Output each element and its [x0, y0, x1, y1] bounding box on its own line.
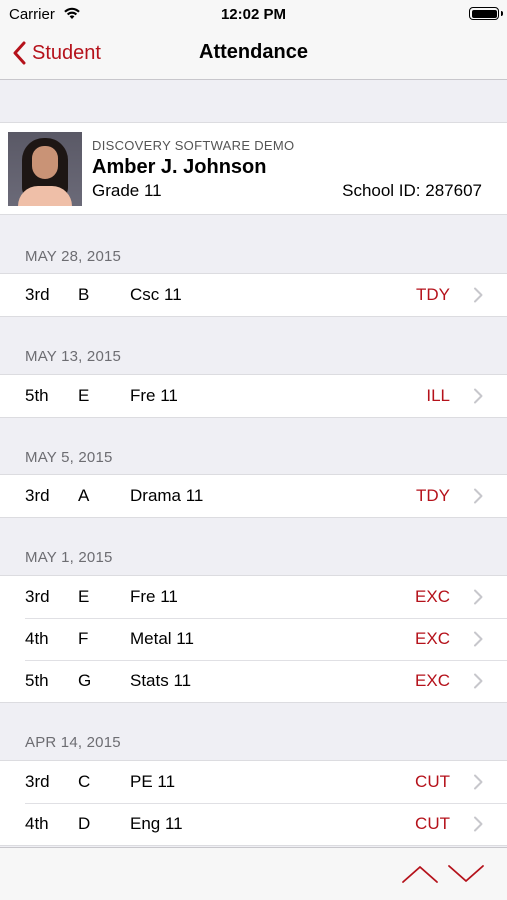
- chevron-right-icon: [473, 388, 483, 409]
- chevron-right-icon: [473, 774, 483, 795]
- block: D: [78, 814, 91, 833]
- attendance-row[interactable]: 3rd B Csc 11 TDY: [0, 274, 507, 316]
- period: 4th: [25, 629, 49, 648]
- course: Eng 11: [130, 814, 183, 833]
- attendance-code: CUT: [415, 772, 450, 791]
- attendance-list: 3rd C PE 11 CUT 4th D Eng 11 CUT: [0, 760, 507, 846]
- navigation-bar: Student Attendance: [0, 28, 507, 80]
- attendance-row[interactable]: 5th E Fre 11 ILL: [0, 375, 507, 417]
- attendance-code: TDY: [416, 486, 450, 505]
- student-grade: Grade 11: [92, 181, 162, 200]
- attendance-code: EXC: [415, 629, 450, 648]
- chevron-right-icon: [473, 673, 483, 694]
- section-date: APR 14, 2015: [25, 734, 121, 751]
- chevron-right-icon: [473, 488, 483, 509]
- attendance-row[interactable]: 4th F Metal 11 EXC: [0, 618, 507, 660]
- course: Drama 11: [130, 486, 204, 505]
- student-id: School ID: 287607: [342, 181, 482, 200]
- clock: 12:02 PM: [220, 6, 287, 23]
- attendance-list: 3rd E Fre 11 EXC 4th F Metal 11 EXC 5th …: [0, 575, 507, 703]
- period: 3rd: [25, 587, 50, 606]
- chevron-right-icon: [473, 589, 483, 610]
- attendance-code: EXC: [415, 671, 450, 690]
- chevron-right-icon: [473, 816, 483, 837]
- period: 5th: [25, 671, 49, 690]
- attendance-row[interactable]: 3rd E Fre 11 EXC: [0, 576, 507, 618]
- block: E: [78, 386, 90, 405]
- block: F: [78, 629, 89, 648]
- section-date: MAY 28, 2015: [25, 248, 122, 265]
- period: 3rd: [25, 486, 50, 505]
- bottom-toolbar: [0, 847, 507, 900]
- block: B: [78, 285, 90, 304]
- arrow-down-icon[interactable]: [446, 862, 486, 886]
- school-name: DISCOVERY SOFTWARE DEMO: [92, 138, 295, 153]
- course: Stats 11: [130, 671, 192, 690]
- attendance-row[interactable]: 5th G Stats 11 EXC: [0, 660, 507, 702]
- section-date: MAY 13, 2015: [25, 348, 122, 365]
- period: 3rd: [25, 772, 50, 791]
- course: Csc 11: [130, 285, 182, 304]
- period: 5th: [25, 386, 49, 405]
- block: C: [78, 772, 91, 791]
- page-title: Attendance: [199, 41, 308, 63]
- battery-icon: [469, 7, 503, 20]
- student-card: DISCOVERY SOFTWARE DEMO Amber J. Johnson…: [0, 122, 507, 215]
- block: G: [78, 671, 92, 690]
- period: 3rd: [25, 285, 50, 304]
- student-name: Amber J. Johnson: [92, 156, 267, 178]
- student-photo: [8, 132, 82, 206]
- attendance-row[interactable]: 4th D Eng 11 CUT: [0, 803, 507, 845]
- course: PE 11: [130, 772, 176, 791]
- attendance-code: CUT: [415, 814, 450, 833]
- attendance-row[interactable]: 3rd C PE 11 CUT: [0, 761, 507, 803]
- attendance-list: 5th E Fre 11 ILL: [0, 374, 507, 418]
- attendance-code: ILL: [426, 386, 450, 405]
- course: Fre 11: [130, 587, 178, 606]
- chevron-right-icon: [473, 287, 483, 308]
- period: 4th: [25, 814, 49, 833]
- course: Fre 11: [130, 386, 178, 405]
- section-date: MAY 5, 2015: [25, 449, 113, 466]
- attendance-code: EXC: [415, 587, 450, 606]
- attendance-code: TDY: [416, 285, 450, 304]
- attendance-list: 3rd A Drama 11 TDY: [0, 474, 507, 518]
- arrow-up-icon[interactable]: [400, 862, 440, 886]
- status-bar: Carrier 12:02 PM: [0, 0, 507, 28]
- attendance-row[interactable]: 3rd A Drama 11 TDY: [0, 475, 507, 517]
- course: Metal 11: [130, 629, 194, 648]
- block: A: [78, 486, 90, 505]
- attendance-list: 3rd B Csc 11 TDY: [0, 273, 507, 317]
- block: E: [78, 587, 90, 606]
- section-date: MAY 1, 2015: [25, 549, 113, 566]
- chevron-right-icon: [473, 631, 483, 652]
